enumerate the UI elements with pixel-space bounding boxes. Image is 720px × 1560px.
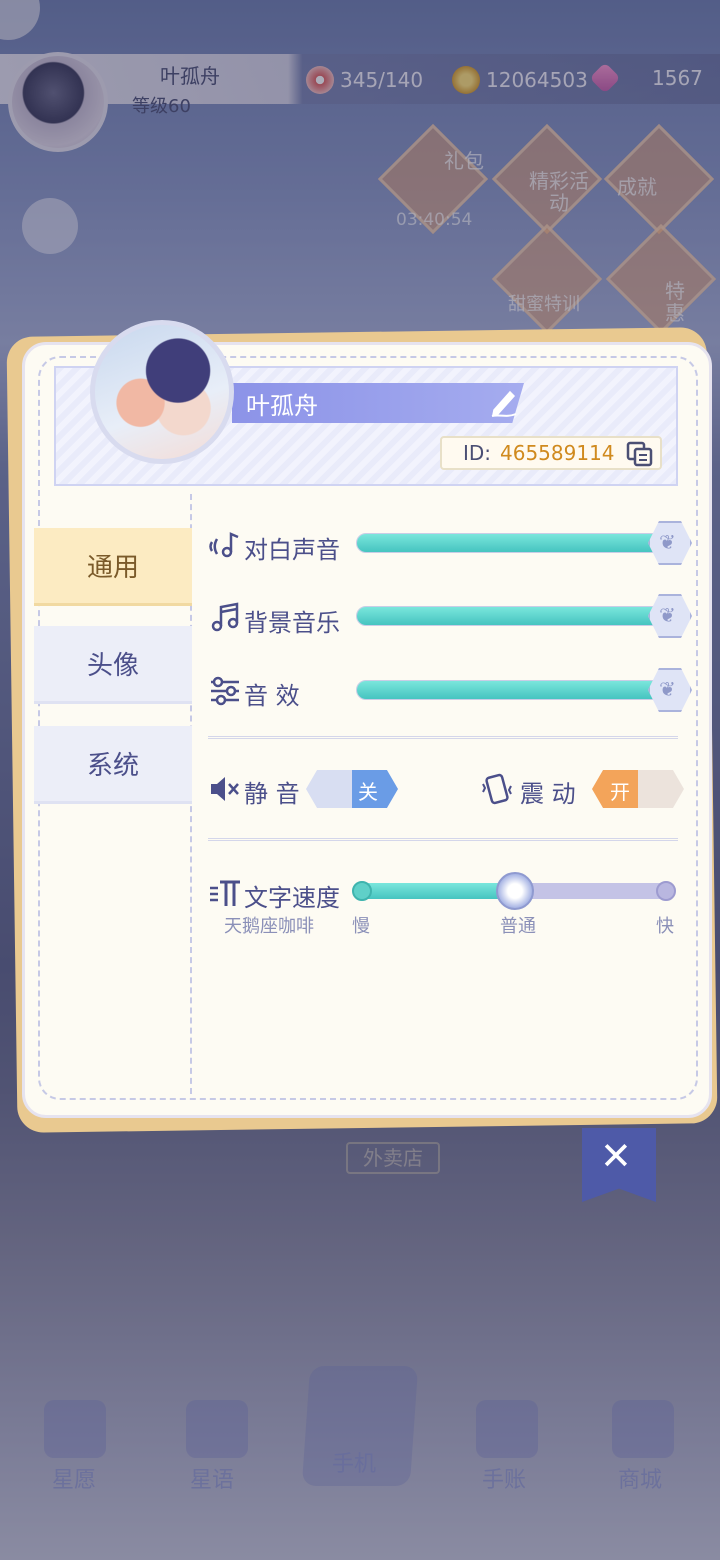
profile-avatar[interactable] — [90, 320, 234, 464]
tab-system[interactable]: 系统 — [34, 726, 192, 804]
id-label: ID: — [463, 441, 492, 465]
music-note-icon — [211, 602, 239, 632]
tab-avatar[interactable]: 头像 — [34, 626, 192, 704]
speed-fast-stop[interactable] — [656, 881, 676, 901]
dialogue-voice-fill — [357, 534, 665, 552]
swan-icon: ❦ — [659, 530, 676, 554]
mute-toggle[interactable] — [306, 770, 398, 808]
text-speed-knob[interactable] — [496, 872, 534, 910]
copy-icon[interactable] — [626, 441, 654, 467]
speed-slow-stop[interactable] — [352, 881, 372, 901]
text-speed-fill — [360, 883, 515, 899]
tick-slow: 慢 — [352, 916, 370, 937]
bgm-fill — [357, 607, 665, 625]
id-value: 465589114 — [500, 441, 615, 465]
vibrate-state: 开 — [610, 780, 630, 804]
mute-state: 关 — [358, 780, 378, 804]
close-icon: ✕ — [600, 1134, 632, 1178]
profile-name: 叶孤舟 — [246, 392, 318, 420]
sfx-slider[interactable] — [356, 680, 666, 700]
edit-name-icon[interactable] — [488, 386, 520, 418]
speaker-mute-icon — [211, 777, 239, 801]
mute-label: 静 音 — [244, 780, 300, 808]
tick-fast: 快 — [656, 916, 674, 937]
section-separator — [208, 838, 678, 841]
vibrate-icon — [482, 773, 512, 805]
text-speed-icon — [210, 880, 240, 906]
vibrate-toggle[interactable] — [592, 770, 684, 808]
text-speed-sample: 天鹅座咖啡 — [224, 916, 314, 937]
swan-icon: ❦ — [659, 603, 676, 627]
bgm-label: 背景音乐 — [244, 609, 340, 637]
swan-icon: ❦ — [659, 677, 676, 701]
text-speed-label: 文字速度 — [244, 884, 340, 912]
tab-general[interactable]: 通用 — [34, 528, 192, 606]
sfx-label: 音 效 — [244, 682, 300, 710]
dialogue-voice-label: 对白声音 — [244, 536, 340, 564]
dialogue-voice-slider[interactable] — [356, 533, 666, 553]
sfx-fill — [357, 681, 665, 699]
section-separator — [208, 736, 678, 739]
vibrate-label: 震 动 — [520, 780, 576, 808]
equalizer-icon — [211, 676, 239, 706]
bgm-slider[interactable] — [356, 606, 666, 626]
tick-normal: 普通 — [500, 916, 536, 937]
voice-icon — [209, 532, 239, 558]
